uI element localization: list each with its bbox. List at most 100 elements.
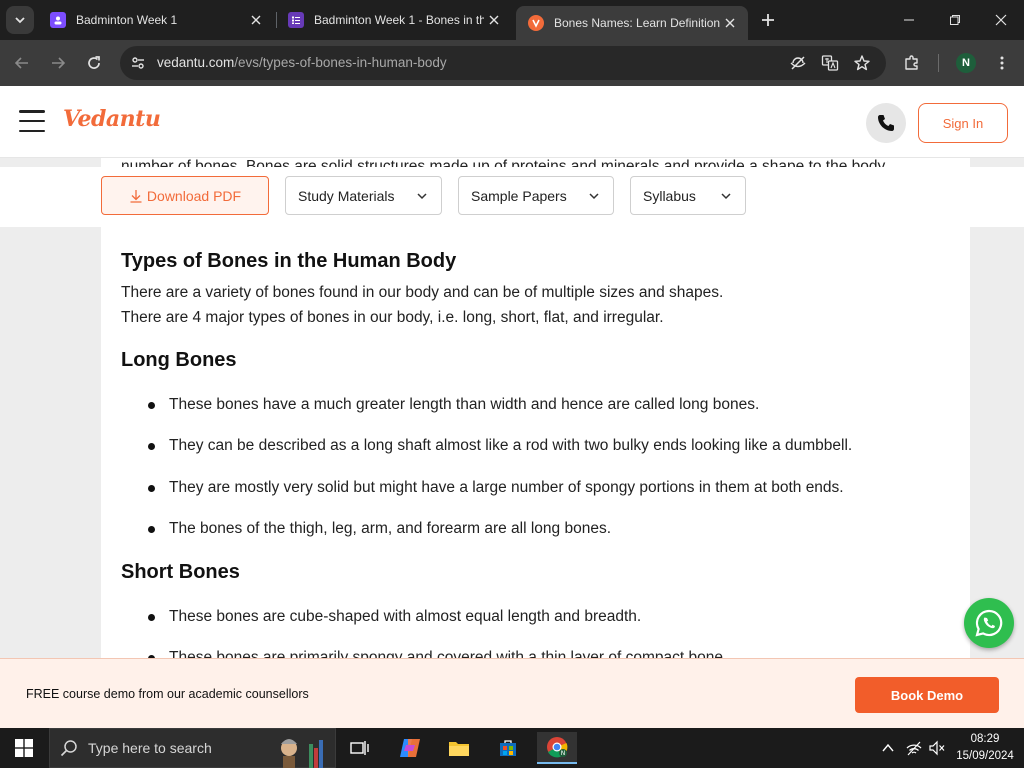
- close-tab-icon[interactable]: [484, 10, 504, 30]
- vedantu-icon: [528, 15, 544, 31]
- list-item: The bones of the thigh, leg, arm, and fo…: [148, 520, 611, 538]
- heading-short-bones: Short Bones: [121, 561, 240, 583]
- classroom-icon: [50, 12, 66, 28]
- vedantu-logo[interactable]: Vedantu: [63, 106, 161, 132]
- sample-papers-label: Sample Papers: [471, 187, 567, 204]
- bullet: [148, 613, 155, 621]
- profile-avatar[interactable]: N: [956, 53, 976, 73]
- close-window-button[interactable]: [978, 0, 1024, 40]
- list-item: They can be described as a long shaft al…: [148, 437, 852, 455]
- list-item: They are mostly very solid but might hav…: [148, 479, 844, 497]
- banner-text: FREE course demo from our academic couns…: [26, 687, 309, 701]
- network-icon[interactable]: [903, 736, 925, 760]
- call-button[interactable]: [866, 103, 906, 143]
- demo-banner: FREE course demo from our academic couns…: [0, 658, 1024, 728]
- new-tab-button[interactable]: [756, 8, 780, 32]
- taskbar-search[interactable]: Type here to search: [49, 728, 336, 768]
- list-item-text: These bones have a much greater length t…: [169, 396, 760, 413]
- chevron-down-icon: [415, 189, 429, 203]
- sample-papers-dropdown[interactable]: Sample Papers: [458, 176, 614, 215]
- arrow-right-icon: [52, 57, 66, 69]
- windows-taskbar: Type here to search N 08:29 15/09/2024: [0, 728, 1024, 768]
- heading-types-of-bones: Types of Bones in the Human Body: [121, 250, 457, 272]
- taskbar-search-placeholder: Type here to search: [88, 740, 212, 756]
- taskbar-clock[interactable]: 08:29 15/09/2024: [950, 731, 1020, 765]
- list-item-text: These bones are cube-shaped with almost …: [169, 608, 642, 625]
- phone-icon: [878, 115, 894, 131]
- whatsapp-icon: [975, 609, 1003, 637]
- url-path: /evs/types-of-bones-in-human-body: [234, 55, 447, 70]
- download-icon: [130, 189, 142, 203]
- study-materials-dropdown[interactable]: Study Materials: [285, 176, 442, 215]
- microsoft-store-button[interactable]: [488, 732, 528, 764]
- chevron-down-icon: [587, 189, 601, 203]
- tab-title: Bones Names: Learn Definition,: [554, 16, 720, 30]
- folder-icon: [449, 742, 469, 756]
- syllabus-dropdown[interactable]: Syllabus: [630, 176, 746, 215]
- chevron-down-icon: [15, 17, 25, 24]
- paragraph-variety: There are a variety of bones found in ou…: [121, 284, 724, 301]
- clock-date: 15/09/2024: [956, 750, 1014, 762]
- browser-menu-button[interactable]: [988, 49, 1016, 77]
- search-icon: [60, 740, 77, 757]
- forms-icon: [288, 12, 304, 28]
- tab-title: Badminton Week 1: [76, 13, 178, 27]
- volume-muted-icon[interactable]: [926, 736, 948, 760]
- whatsapp-chat-button[interactable]: [964, 598, 1014, 648]
- restore-button[interactable]: [932, 0, 978, 40]
- extensions-button[interactable]: [898, 49, 926, 77]
- arrow-left-icon: [14, 57, 28, 69]
- bookmark-star-icon[interactable]: [850, 51, 874, 75]
- start-button[interactable]: [0, 728, 48, 768]
- address-bar[interactable]: vedantu.com/evs/types-of-bones-in-human-…: [120, 46, 886, 80]
- browser-toolbar: vedantu.com/evs/types-of-bones-in-human-…: [0, 40, 1024, 86]
- tab-badminton-week-1[interactable]: Badminton Week 1: [38, 0, 274, 40]
- paragraph-four-types: There are 4 major types of bones in our …: [121, 309, 664, 326]
- study-materials-label: Study Materials: [298, 187, 395, 204]
- back-button[interactable]: [8, 49, 36, 77]
- reload-icon: [88, 56, 100, 69]
- copilot-button[interactable]: [390, 732, 430, 764]
- plus-icon: [762, 14, 774, 26]
- svg-text:N: N: [561, 750, 566, 757]
- download-pdf-button[interactable]: Download PDF: [101, 176, 269, 215]
- chevron-down-icon: [719, 189, 733, 203]
- minimize-button[interactable]: [886, 0, 932, 40]
- browser-tab-strip: Badminton Week 1 Badminton Week 1 - Bone…: [0, 0, 1024, 40]
- copilot-icon: [400, 739, 420, 757]
- tab-title: Badminton Week 1 - Bones in th: [314, 13, 484, 27]
- site-info-icon[interactable]: [126, 51, 150, 75]
- bullet: [148, 525, 155, 533]
- reload-button[interactable]: [80, 49, 108, 77]
- sign-in-button[interactable]: Sign In: [918, 103, 1008, 143]
- task-view-icon: [350, 741, 369, 755]
- restore-icon: [950, 15, 960, 25]
- close-tab-icon[interactable]: [720, 13, 740, 33]
- tracking-protection-icon[interactable]: [786, 51, 810, 75]
- download-pdf-label: Download PDF: [146, 187, 242, 204]
- url-text[interactable]: vedantu.com/evs/types-of-bones-in-human-…: [157, 55, 447, 70]
- show-hidden-icons-button[interactable]: [877, 736, 899, 760]
- book-demo-button[interactable]: Book Demo: [855, 677, 999, 713]
- list-item-text: They are mostly very solid but might hav…: [169, 479, 844, 496]
- forward-button[interactable]: [44, 49, 72, 77]
- list-item: These bones have a much greater length t…: [148, 396, 759, 414]
- tab-bones-names[interactable]: Bones Names: Learn Definition,: [516, 6, 748, 40]
- tab-search-button[interactable]: [6, 6, 34, 34]
- hamburger-menu-icon[interactable]: [19, 110, 45, 132]
- task-view-button[interactable]: [340, 732, 380, 764]
- file-explorer-button[interactable]: [439, 732, 479, 764]
- bullet: [148, 484, 155, 492]
- close-icon: [995, 14, 1007, 26]
- toolbar-divider: [938, 54, 939, 72]
- site-header: Vedantu Sign In: [0, 86, 1024, 158]
- close-tab-icon[interactable]: [246, 10, 266, 30]
- puzzle-icon: [905, 55, 918, 70]
- chevron-up-icon: [882, 743, 894, 752]
- tab-badminton-week-1-bones[interactable]: Badminton Week 1 - Bones in th: [276, 0, 512, 40]
- syllabus-label: Syllabus: [643, 187, 696, 204]
- chrome-taskbar-button[interactable]: N: [537, 732, 577, 764]
- bullet: [148, 442, 155, 450]
- translate-icon[interactable]: [818, 51, 842, 75]
- minimize-icon: [904, 19, 914, 21]
